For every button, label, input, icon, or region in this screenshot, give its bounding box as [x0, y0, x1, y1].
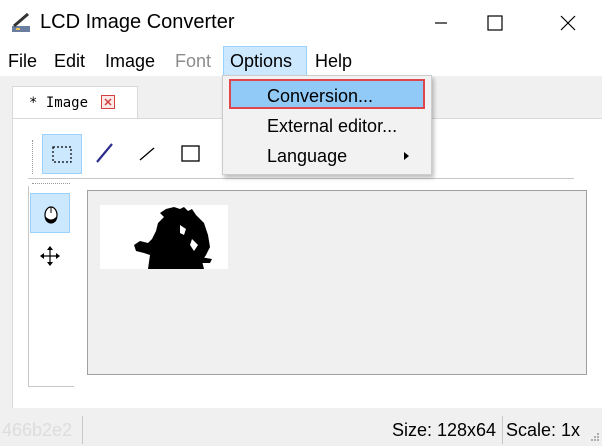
menu-item-language[interactable]: Language [229, 141, 425, 171]
minimize-icon [435, 22, 447, 24]
menu-file[interactable]: File [2, 46, 43, 76]
status-separator [502, 416, 503, 444]
status-scale: Scale: 1x [506, 420, 581, 440]
close-window-button[interactable] [545, 0, 591, 46]
menu-edit[interactable]: Edit [48, 46, 91, 76]
side-toolbar-grip[interactable] [32, 183, 70, 185]
menu-item-conversion[interactable]: Conversion... [229, 79, 425, 109]
close-icon [560, 15, 576, 31]
menu-bar: File Edit Image Font Options Help [0, 46, 602, 76]
app-icon [12, 12, 30, 32]
line-icon [139, 147, 155, 161]
pen-tool[interactable] [85, 134, 125, 174]
toolbar-separator [28, 178, 574, 179]
status-separator [82, 416, 83, 444]
move-icon [40, 246, 60, 266]
menu-help[interactable]: Help [309, 46, 358, 76]
close-icon[interactable] [101, 95, 115, 109]
rectangle-icon [181, 145, 200, 162]
menu-font[interactable]: Font [169, 46, 217, 76]
submenu-arrow-icon [404, 152, 409, 160]
status-bar: 466b2e2 Size: 128x64 Scale: 1x [0, 416, 602, 446]
title-bar: LCD Image Converter [0, 0, 602, 46]
side-toolbar-border [28, 186, 29, 386]
status-left: 466b2e2 [2, 420, 73, 440]
maximize-icon [487, 15, 503, 31]
pen-icon [96, 143, 113, 163]
rect-select-icon [52, 146, 72, 163]
tab-image[interactable]: * Image [12, 86, 138, 119]
mouse-tool[interactable] [30, 193, 70, 233]
window-title: LCD Image Converter [40, 11, 235, 33]
menu-image[interactable]: Image [99, 46, 161, 76]
silhouette-image [134, 207, 212, 269]
menu-item-external-editor[interactable]: External editor... [229, 111, 425, 141]
image-preview[interactable] [100, 205, 228, 269]
menu-options[interactable]: Options [223, 46, 307, 76]
options-menu: Conversion... External editor... Languag… [222, 75, 432, 175]
status-size: Size: 128x64 [392, 420, 497, 440]
toolbar-grip[interactable] [32, 140, 34, 174]
side-toolbar-border-bottom [28, 386, 74, 387]
tab-label: * Image [29, 95, 89, 111]
minimize-button[interactable] [418, 0, 464, 46]
line-tool[interactable] [128, 134, 168, 174]
rect-select-tool[interactable] [42, 134, 82, 174]
resize-grip-icon[interactable] [590, 432, 600, 442]
mouse-icon [44, 206, 58, 224]
move-tool[interactable] [30, 236, 70, 276]
maximize-button[interactable] [472, 0, 518, 46]
rectangle-tool[interactable] [171, 134, 211, 174]
